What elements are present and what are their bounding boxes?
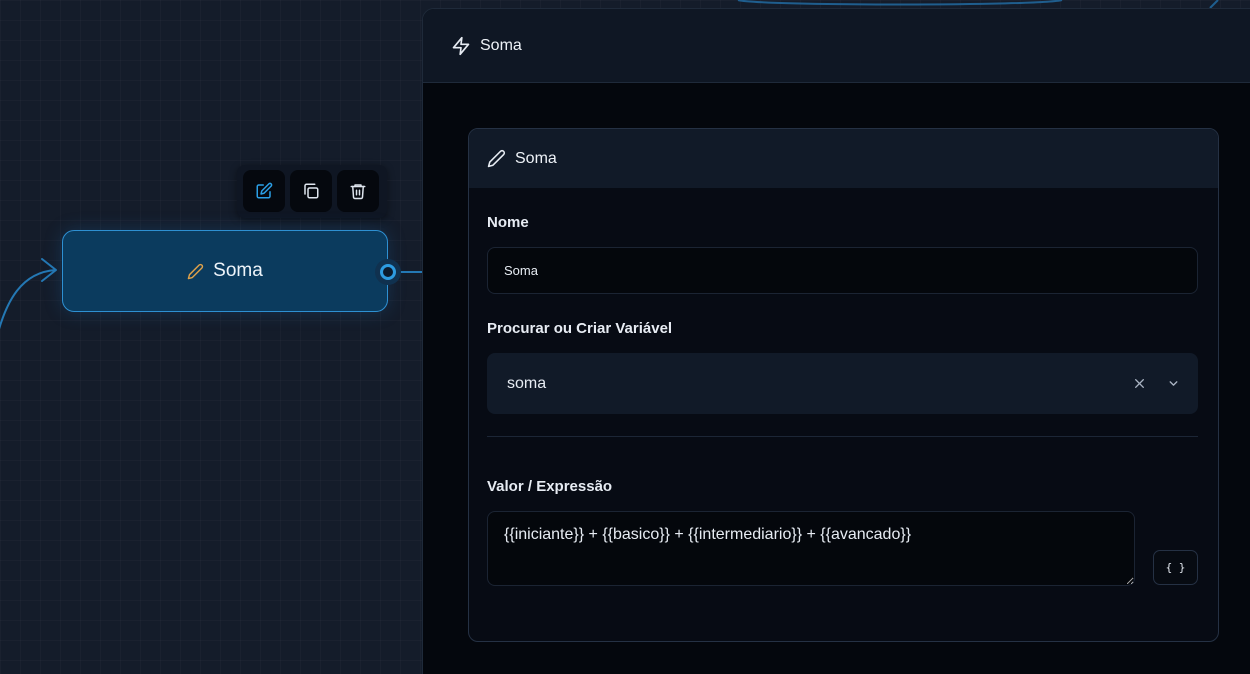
card-header: Soma: [469, 129, 1218, 188]
variable-label: Procurar ou Criar Variável: [487, 320, 673, 337]
background-edge: [737, 0, 1063, 6]
divider: [487, 436, 1198, 437]
panel-title: Soma: [480, 36, 522, 54]
variable-select[interactable]: soma: [487, 353, 1198, 414]
lightning-icon: [451, 36, 471, 56]
pencil-icon: [187, 263, 204, 280]
node-toolbar: [237, 165, 387, 218]
delete-node-button[interactable]: [337, 170, 379, 212]
edit-node-button[interactable]: [243, 170, 285, 212]
node-output-handle[interactable]: [375, 259, 401, 285]
name-label: Nome: [487, 214, 529, 231]
edit-icon: [255, 182, 273, 200]
value-label: Valor / Expressão: [487, 478, 613, 495]
name-input[interactable]: [487, 247, 1198, 294]
side-panel: Soma Soma Nome Procurar ou Criar Variáve…: [422, 8, 1250, 674]
expression-textarea[interactable]: {{iniciante}} + {{basico}} + {{intermedi…: [487, 511, 1135, 586]
panel-header: Soma: [423, 9, 1250, 83]
settings-card: Soma Nome Procurar ou Criar Variável som…: [468, 128, 1219, 642]
handle-dot: [380, 264, 396, 280]
trash-icon: [349, 182, 367, 200]
chevron-down-icon[interactable]: [1162, 373, 1184, 395]
incoming-edge[interactable]: [0, 269, 57, 340]
expression-braces-button[interactable]: { }: [1153, 550, 1198, 585]
copy-icon: [302, 182, 320, 200]
flow-node-label: Soma: [213, 260, 263, 281]
duplicate-node-button[interactable]: [290, 170, 332, 212]
incoming-edge-arrow: [41, 258, 57, 282]
clear-icon[interactable]: [1128, 373, 1150, 395]
pencil-icon: [487, 149, 506, 168]
variable-select-value: soma: [507, 374, 547, 392]
background-edge-2: [1209, 0, 1219, 9]
card-title: Soma: [515, 149, 557, 167]
flow-node-soma[interactable]: Soma: [62, 230, 388, 312]
